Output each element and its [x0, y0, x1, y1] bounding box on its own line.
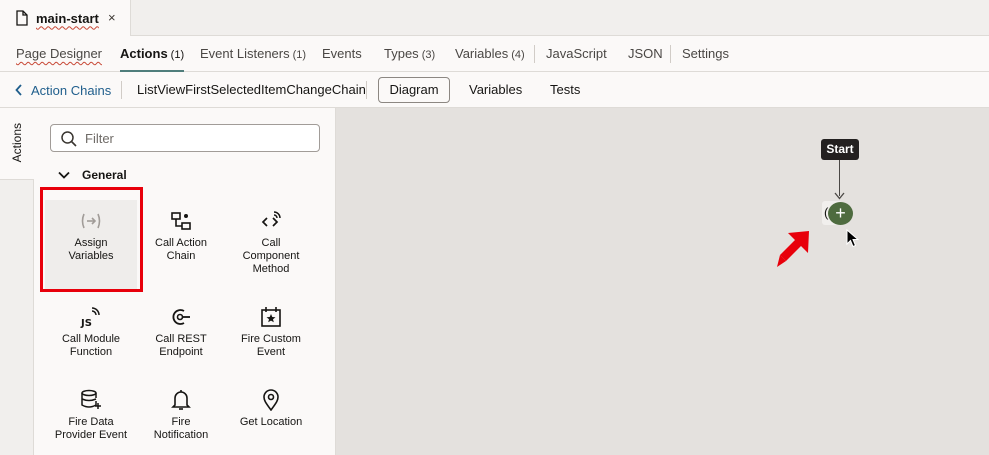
tab-types[interactable]: Types (3) — [384, 36, 435, 72]
mouse-cursor-icon — [846, 229, 859, 248]
palette-item-fire-data-provider-event[interactable]: Fire Data Provider Event — [45, 379, 137, 455]
palette-item-call-module-function[interactable]: JS Call Module Function — [45, 296, 137, 388]
tab-json[interactable]: JSON — [628, 36, 663, 72]
tab-count: (4) — [511, 49, 525, 61]
action-chain-name: ListViewFirstSelectedItemChangeChain — [137, 82, 366, 97]
call-rest-endpoint-icon — [172, 309, 190, 325]
back-to-action-chains-link[interactable]: Action Chains — [15, 72, 111, 108]
filter-input[interactable]: Filter — [50, 124, 320, 152]
section-general-header[interactable]: General — [58, 168, 127, 182]
item-label-line: Call — [261, 237, 281, 249]
item-label-line: Call REST — [155, 333, 207, 345]
diagram-canvas[interactable] — [336, 108, 989, 455]
tab-javascript[interactable]: JavaScript — [546, 36, 607, 72]
item-label-line: Function — [69, 346, 113, 358]
tab-event-listeners[interactable]: Event Listeners (1) — [200, 36, 306, 72]
item-label-line: Endpoint — [159, 346, 203, 358]
item-label-line: Get Location — [239, 416, 303, 428]
chevron-down-icon — [58, 171, 70, 179]
close-tab-icon[interactable]: × — [108, 10, 116, 25]
tab-variables[interactable]: Variables (4) — [455, 36, 525, 72]
tab-label: Events — [322, 46, 362, 61]
tab-label: JavaScript — [546, 46, 607, 61]
filter-placeholder: Filter — [85, 130, 114, 146]
tab-divider — [670, 45, 671, 63]
tab-label: Settings — [682, 46, 729, 61]
call-component-method-icon — [261, 211, 281, 227]
rail-tab-label: Actions — [10, 123, 24, 163]
tab-label: Actions — [120, 46, 168, 61]
get-location-icon — [263, 389, 279, 411]
tab-label: Types — [384, 46, 419, 61]
palette-item-fire-notification[interactable]: Fire Notification — [135, 379, 227, 455]
item-label-line: Fire Data — [68, 416, 114, 428]
variables-view-tab[interactable]: Variables — [469, 72, 522, 108]
chevron-left-icon — [15, 84, 22, 96]
rail-tab-actions[interactable]: Actions — [0, 108, 34, 180]
tab-actions[interactable]: Actions (1) — [120, 36, 185, 72]
item-label-line: Call Action — [155, 237, 207, 249]
tab-events[interactable]: Events — [322, 36, 362, 72]
fire-notification-icon — [171, 390, 191, 410]
item-label-line: Call Module — [61, 333, 121, 345]
fire-custom-event-icon — [261, 307, 281, 327]
connector-arrowhead-icon — [834, 192, 845, 200]
red-arrow-icon — [777, 231, 809, 267]
left-rail: Actions — [0, 108, 34, 455]
palette-item-fire-custom-event[interactable]: Fire Custom Event — [225, 296, 317, 388]
tab-count: (1) — [170, 49, 185, 61]
tab-page-designer[interactable]: Page Designer — [16, 36, 102, 72]
file-tab-strip: main-start × — [0, 0, 989, 36]
add-action-button[interactable]: + — [828, 202, 853, 225]
action-chain-toolbar: Action Chains ListViewFirstSelectedItemC… — [0, 72, 989, 108]
diagram-view-button[interactable]: Diagram — [378, 77, 450, 103]
item-label-line: Event — [256, 346, 286, 358]
search-icon — [61, 131, 77, 147]
assign-variables-highlight — [40, 187, 143, 292]
call-module-function-icon: JS — [80, 307, 100, 328]
tab-label: JSON — [628, 46, 663, 61]
item-label-line: Fire — [171, 416, 191, 428]
start-connector-line — [839, 160, 840, 196]
item-label-line: Fire Custom — [241, 333, 301, 345]
fire-data-provider-event-icon — [81, 389, 101, 409]
palette-item-call-action-chain[interactable]: Call Action Chain — [135, 200, 227, 292]
section-label: General — [82, 168, 127, 182]
item-label-line: Notification — [153, 429, 209, 441]
tab-count: (1) — [292, 49, 307, 61]
main-tab-bar: Page Designer Actions (1) Event Listeners… — [0, 36, 989, 72]
item-label-line: Chain — [166, 250, 196, 262]
toolbar-divider — [121, 81, 122, 99]
tab-divider — [534, 45, 535, 63]
tab-count: (3) — [421, 49, 436, 61]
item-label-line: Provider Event — [54, 429, 128, 441]
tab-label: Variables — [455, 46, 509, 61]
file-tab-title: main-start — [36, 10, 99, 26]
palette-item-get-location[interactable]: Get Location — [225, 379, 317, 455]
document-icon — [16, 10, 28, 26]
file-tab-main-start[interactable]: main-start × — [0, 0, 131, 36]
item-label-line: Component — [242, 250, 300, 262]
palette-item-call-rest-endpoint[interactable]: Call REST Endpoint — [135, 296, 227, 388]
svg-text:JS: JS — [80, 318, 92, 328]
back-link-label: Action Chains — [31, 82, 112, 98]
tab-label: Page Designer — [16, 46, 102, 61]
tests-view-tab[interactable]: Tests — [550, 72, 580, 108]
tab-settings[interactable]: Settings — [682, 36, 729, 72]
item-label-line: Method — [252, 263, 290, 275]
start-node[interactable]: Start — [821, 139, 859, 160]
call-action-chain-icon — [171, 212, 191, 230]
tab-label: Event Listeners — [200, 46, 290, 61]
palette-item-call-component-method[interactable]: Call Component Method — [225, 200, 317, 292]
toolbar-divider — [366, 81, 367, 99]
